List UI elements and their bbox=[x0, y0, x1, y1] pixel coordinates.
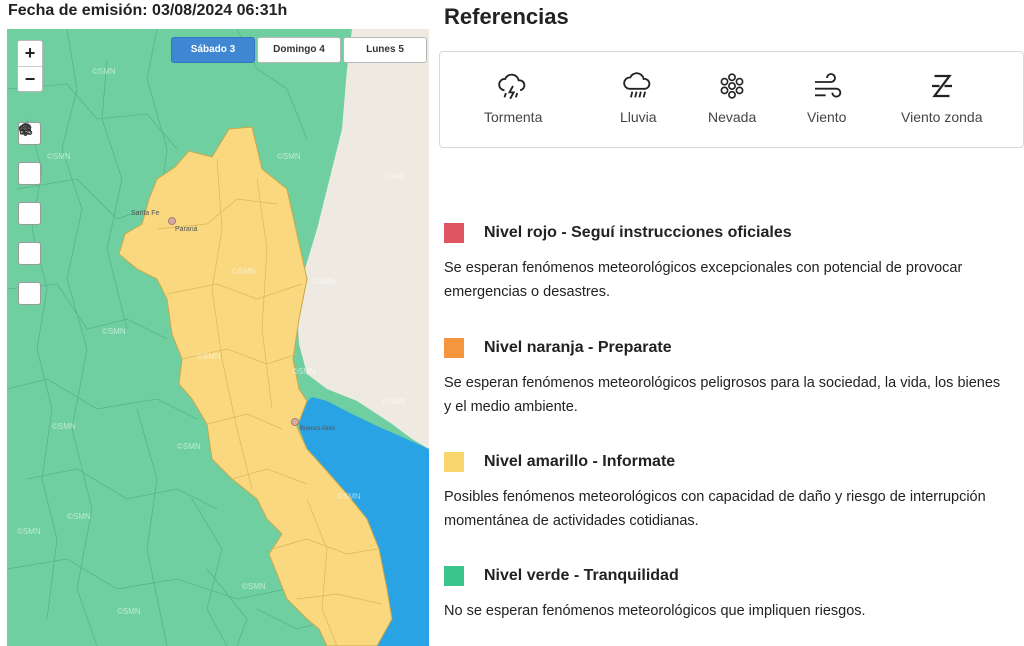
city-label-santa-fe: Santa Fe bbox=[131, 210, 160, 217]
watermark: ©SMN bbox=[337, 492, 361, 501]
watermark: ©SMN bbox=[232, 267, 256, 276]
snow-layer-button[interactable] bbox=[18, 123, 41, 225]
legend-item-wind: Viento bbox=[807, 69, 846, 125]
zonda-wind-icon bbox=[20, 124, 31, 135]
zoom-control: + − bbox=[17, 40, 43, 92]
level-yellow: Nivel amarillo - Informate Posibles fenó… bbox=[444, 452, 1004, 533]
issue-date: Fecha de emisión: 03/08/2024 06:31h bbox=[8, 2, 288, 19]
wind-layer-button[interactable] bbox=[18, 123, 41, 265]
neighbour-land bbox=[297, 29, 429, 449]
watermark: ©SMN bbox=[277, 152, 301, 161]
watermark: ©SMN bbox=[92, 67, 116, 76]
watermark: ©SMN bbox=[67, 512, 91, 521]
legend-item-storm: Tormenta bbox=[484, 69, 542, 125]
legend-label: Viento bbox=[807, 109, 847, 125]
legend-item-rain: Lluvia bbox=[620, 69, 657, 125]
city-marker bbox=[291, 418, 299, 426]
level-red: Nivel rojo - Seguí instrucciones oficial… bbox=[444, 223, 1004, 304]
legend-item-zonda: Viento zonda bbox=[901, 69, 982, 125]
legend-label: Nevada bbox=[708, 109, 757, 125]
snow-icon bbox=[720, 73, 744, 99]
zoom-out-button[interactable]: − bbox=[18, 66, 42, 91]
zonda-layer-button[interactable] bbox=[18, 124, 41, 305]
city-marker bbox=[168, 217, 176, 225]
rain-layer-button[interactable] bbox=[18, 123, 41, 185]
level-orange: Nivel naranja - Preparate Se esperan fen… bbox=[444, 338, 1004, 419]
level-yellow-description: Posibles fenómenos meteorológicos con ca… bbox=[444, 489, 986, 529]
level-orange-title: Nivel naranja - Preparate bbox=[484, 339, 672, 356]
watermark: ©SMN bbox=[102, 327, 126, 336]
legend-label: Lluvia bbox=[620, 109, 657, 125]
watermark: ©SMN bbox=[382, 172, 406, 181]
map-layer-tools bbox=[18, 122, 41, 322]
level-orange-description: Se esperan fenómenos meteorológicos peli… bbox=[444, 375, 1001, 415]
level-red-swatch bbox=[444, 223, 464, 243]
watermark: ©SMN bbox=[382, 397, 406, 406]
watermark: ©SMN bbox=[312, 277, 336, 286]
city-label-buenos-aires: Buenos Aires bbox=[300, 426, 335, 432]
level-red-description: Se esperan fenómenos meteorológicos exce… bbox=[444, 260, 963, 300]
watermark: ©SMN bbox=[117, 607, 141, 616]
tab-lunes[interactable]: Lunes 5 bbox=[343, 37, 427, 63]
legend-label: Tormenta bbox=[484, 109, 543, 125]
level-green-title: Nivel verde - Tranquilidad bbox=[484, 567, 679, 584]
alert-map[interactable]: Santa Fe Paraná Buenos Aires ©SMN ©SMN ©… bbox=[7, 29, 429, 646]
tab-sabado[interactable]: Sábado 3 bbox=[171, 37, 255, 63]
watermark: ©SMN bbox=[177, 442, 201, 451]
tab-domingo[interactable]: Domingo 4 bbox=[257, 37, 341, 63]
map-canvas[interactable]: Santa Fe Paraná Buenos Aires ©SMN ©SMN ©… bbox=[7, 29, 429, 646]
references-title: Referencias bbox=[444, 4, 569, 29]
level-red-title: Nivel rojo - Seguí instrucciones oficial… bbox=[484, 224, 792, 241]
watermark: ©SMN bbox=[52, 422, 76, 431]
watermark: ©SMN bbox=[242, 582, 266, 591]
storm-icon bbox=[498, 73, 526, 100]
watermark: ©SMN bbox=[197, 352, 221, 361]
city-label-parana: Paraná bbox=[175, 226, 198, 233]
phenomena-legend: Tormenta Lluvia Nevada Viento Viento zon… bbox=[439, 51, 1024, 148]
watermark: ©SMN bbox=[17, 527, 41, 536]
legend-label: Viento zonda bbox=[901, 109, 983, 125]
level-green-description: No se esperan fenómenos meteorológicos q… bbox=[444, 603, 866, 619]
rain-icon bbox=[623, 72, 651, 98]
watermark: ©SMN bbox=[47, 152, 71, 161]
wind-icon bbox=[814, 73, 841, 98]
level-green-swatch bbox=[444, 566, 464, 586]
zoom-in-button[interactable]: + bbox=[18, 41, 42, 66]
day-tabs: Sábado 3 Domingo 4 Lunes 5 bbox=[171, 37, 427, 63]
legend-item-snow: Nevada bbox=[708, 69, 756, 125]
level-yellow-swatch bbox=[444, 452, 464, 472]
zonda-wind-icon bbox=[931, 74, 952, 98]
watermark: ©SMN bbox=[292, 367, 316, 376]
level-green: Nivel verde - Tranquilidad No se esperan… bbox=[444, 566, 1004, 623]
level-yellow-title: Nivel amarillo - Informate bbox=[484, 453, 676, 470]
level-orange-swatch bbox=[444, 338, 464, 358]
